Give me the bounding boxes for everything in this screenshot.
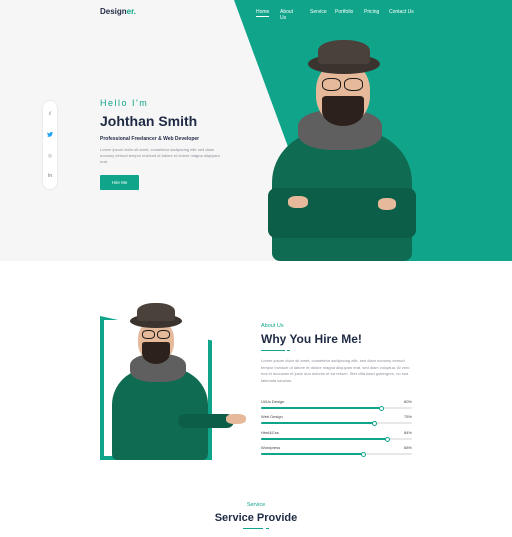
skill-percent: 68% (403, 445, 412, 450)
hero-section: Designer. Home About Us Service Portfoli… (0, 0, 512, 261)
skill-label: Wordpress (261, 445, 281, 450)
about-title-underline-dot (287, 350, 290, 351)
skill-progress-knob (371, 420, 377, 426)
skill-progress-track (261, 405, 412, 411)
brand-logo[interactable]: Designer. (100, 7, 136, 16)
skill-percent: 80% (403, 399, 412, 404)
skill-progress-track (261, 420, 412, 426)
skill-percent: 75% (403, 414, 412, 419)
hero-intro: Lorem ipsum dolor sit amet, consetetur s… (100, 147, 220, 164)
nav-home[interactable]: Home (256, 9, 270, 17)
nav-pricing[interactable]: Pricing (364, 9, 379, 15)
about-title-underline (261, 350, 285, 351)
hero-greeting: Hello I'm (100, 98, 149, 108)
brand-name-accent: er. (126, 7, 137, 16)
skill-label: Html&Css (261, 430, 279, 435)
service-title: Service Provide (214, 512, 298, 524)
about-title: Why You Hire Me! (261, 332, 362, 346)
service-subtitle: Service (246, 502, 266, 508)
skill-progress-knob (379, 405, 385, 411)
skill-progress-knob (361, 451, 367, 457)
skill-progress-fill (261, 438, 388, 440)
skill-progress-fill (261, 422, 375, 424)
nav-portfolio[interactable]: Portfolio (335, 9, 353, 15)
linkedin-icon[interactable]: in (43, 173, 57, 179)
nav-about-us[interactable]: About Us (280, 9, 293, 21)
hire-me-button[interactable]: Hire Me (100, 175, 139, 190)
brand-name: Design (100, 7, 127, 16)
nav-service[interactable]: Service (310, 9, 327, 15)
skill-label: Ui/Ux Design (261, 399, 285, 404)
about-subtitle: About Us (261, 323, 284, 329)
twitter-icon[interactable] (43, 132, 57, 139)
skill-progress-fill (261, 453, 364, 455)
hero-teal-background (234, 0, 512, 261)
about-description: Lorem ipsum dolor sit amet, consetetur s… (261, 358, 410, 383)
skill-label: Web Design (261, 414, 283, 419)
social-bar: f ◎ in (43, 101, 57, 189)
skill-progress-track (261, 436, 412, 442)
nav-contact-us[interactable]: Contact Us (389, 9, 419, 15)
about-portrait (108, 302, 248, 460)
hero-portrait (262, 38, 422, 261)
skill-progress-fill (261, 407, 382, 409)
service-title-underline (243, 528, 263, 529)
skill-progress-track (261, 451, 412, 457)
service-title-underline-dot (266, 528, 269, 529)
facebook-icon[interactable]: f (43, 111, 57, 117)
skill-progress-knob (385, 436, 391, 442)
hero-role: Professional Freelancer & Web Developer (100, 136, 200, 142)
instagram-icon[interactable]: ◎ (43, 153, 57, 159)
hero-name: Johthan Smith (100, 113, 198, 129)
skill-percent: 84% (403, 430, 412, 435)
